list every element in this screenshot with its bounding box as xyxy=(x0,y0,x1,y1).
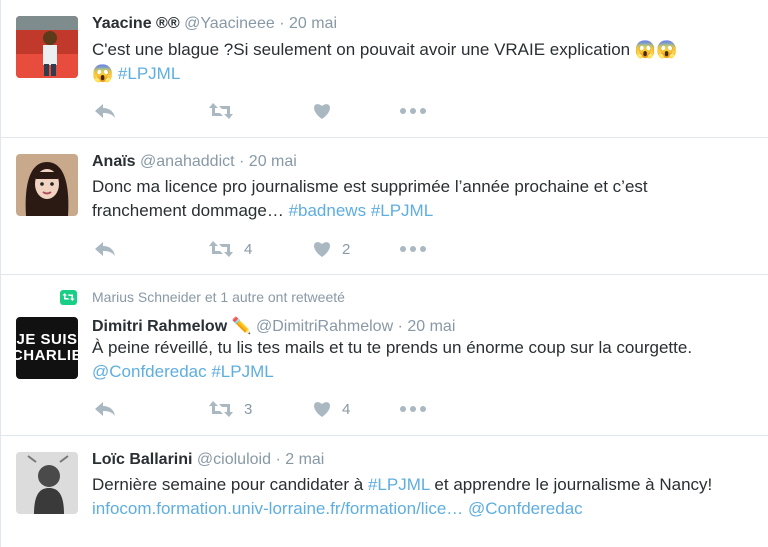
tweet-dimitri[interactable]: Marius Schneider et 1 autre ont retweeté… xyxy=(1,275,768,436)
scream-emoji: 😱😱 xyxy=(634,40,678,59)
avatar[interactable] xyxy=(16,16,78,78)
separator: · xyxy=(397,318,403,335)
more-icon xyxy=(400,108,426,114)
tweet-body: Dernière semaine pour candidater à xyxy=(92,475,364,494)
retweet-button[interactable] xyxy=(208,102,266,120)
tweet-text: Donc ma licence pro journalisme est supp… xyxy=(92,175,746,223)
more-button[interactable] xyxy=(400,246,426,252)
tweet-header: Dimitri Rahmelow ✏️ @DimitriRahmelow · 2… xyxy=(92,316,455,336)
tweet-header: Yaacine ®® @Yaacineee · 20 mai xyxy=(92,15,337,33)
mention-link[interactable]: @Confderedac xyxy=(468,499,583,518)
reply-icon xyxy=(95,402,115,416)
retweet-icon xyxy=(209,103,233,119)
author-handle[interactable]: @cioluloid xyxy=(197,451,271,468)
tweet-actions: 4 2 xyxy=(94,238,458,260)
retweet-button[interactable]: 3 xyxy=(208,400,266,418)
heart-icon xyxy=(314,402,330,417)
retweet-icon xyxy=(209,241,233,257)
url-link[interactable]: infocom.formation.univ-lorraine.fr/forma… xyxy=(92,499,463,518)
author-name[interactable]: Loïc Ballarini xyxy=(92,451,192,468)
tweet-body: Donc ma licence pro journalisme est supp… xyxy=(92,177,648,220)
timestamp[interactable]: 20 mai xyxy=(407,318,455,335)
author-handle[interactable]: @Yaacineee xyxy=(184,15,275,32)
tweet-header: Loïc Ballarini @cioluloid · 2 mai xyxy=(92,451,324,469)
more-icon xyxy=(400,246,426,252)
tweet-text: Dernière semaine pour candidater à #LPJM… xyxy=(92,473,746,521)
tweet-loic[interactable]: Loïc Ballarini @cioluloid · 2 mai Derniè… xyxy=(1,436,768,547)
retweet-count: 3 xyxy=(244,400,253,418)
tweet-text: À peine réveillé, tu lis tes mails et tu… xyxy=(92,336,746,384)
retweet-count: 4 xyxy=(244,240,253,258)
reply-button[interactable] xyxy=(94,103,152,119)
retweet-badge-icon xyxy=(60,289,77,305)
author-name[interactable]: Dimitri Rahmelow xyxy=(92,318,227,335)
hashtag-link[interactable]: #LPJML xyxy=(371,201,433,220)
hashtag-link[interactable]: #LPJML xyxy=(211,362,273,381)
tweet-body: À peine réveillé, tu lis tes mails et tu… xyxy=(92,338,693,357)
tweet-yaacine[interactable]: Yaacine ®® @Yaacineee · 20 mai C'est une… xyxy=(1,0,768,138)
heart-icon xyxy=(314,242,330,257)
reply-icon xyxy=(95,242,115,256)
more-button[interactable] xyxy=(400,108,426,114)
timestamp[interactable]: 20 mai xyxy=(289,15,337,32)
author-handle[interactable]: @anahaddict xyxy=(140,153,235,170)
separator: · xyxy=(279,15,285,32)
tweet-anais[interactable]: Anaïs @anahaddict · 20 mai Donc ma licen… xyxy=(1,138,768,275)
like-button[interactable] xyxy=(312,102,370,120)
avatar[interactable] xyxy=(16,452,78,514)
like-button[interactable]: 2 xyxy=(312,240,370,258)
separator: · xyxy=(275,451,281,468)
tweet-body: C'est une blague ?Si seulement on pouvai… xyxy=(92,40,631,59)
tweet-actions: 3 4 xyxy=(94,398,458,420)
mention-link[interactable]: @Confderedac xyxy=(92,362,207,381)
author-name[interactable]: Yaacine ®® xyxy=(92,15,180,32)
heart-icon xyxy=(314,104,330,119)
avatar[interactable]: JE SUIS CHARLIE xyxy=(16,317,78,379)
retweet-icon xyxy=(209,401,233,417)
timestamp[interactable]: 2 mai xyxy=(285,451,324,468)
reply-button[interactable] xyxy=(94,241,152,257)
like-count: 4 xyxy=(342,400,351,418)
avatar[interactable] xyxy=(16,154,78,216)
scream-emoji: 😱 xyxy=(92,64,114,83)
tweet-timeline: Yaacine ®® @Yaacineee · 20 mai C'est une… xyxy=(0,0,768,547)
separator: · xyxy=(239,153,245,170)
like-count: 2 xyxy=(342,240,351,258)
avatar-text-line2: CHARLIE xyxy=(16,347,78,364)
tweet-header: Anaïs @anahaddict · 20 mai xyxy=(92,153,297,171)
retweet-context-text[interactable]: Marius Schneider et 1 autre ont retweeté xyxy=(92,289,345,305)
more-icon xyxy=(400,406,426,412)
author-handle[interactable]: @DimitriRahmelow xyxy=(256,318,393,335)
avatar-text-line1: JE SUIS xyxy=(16,331,78,348)
tweet-actions xyxy=(94,100,458,122)
timestamp[interactable]: 20 mai xyxy=(249,153,297,170)
reply-icon xyxy=(95,104,115,118)
retweet-button[interactable]: 4 xyxy=(208,240,266,258)
hashtag-link[interactable]: #LPJML xyxy=(118,64,180,83)
tweet-body-cont: et apprendre le journalisme à Nancy! xyxy=(434,475,713,494)
tweet-text: C'est une blague ?Si seulement on pouvai… xyxy=(92,38,746,86)
hashtag-link[interactable]: #LPJML xyxy=(368,475,430,494)
hashtag-link[interactable]: #badnews xyxy=(289,201,367,220)
pencil-emoji: ✏️ xyxy=(231,318,252,335)
reply-button[interactable] xyxy=(94,401,152,417)
author-name[interactable]: Anaïs xyxy=(92,153,136,170)
retweet-context: Marius Schneider et 1 autre ont retweeté xyxy=(60,289,345,305)
like-button[interactable]: 4 xyxy=(312,400,370,418)
more-button[interactable] xyxy=(400,406,426,412)
